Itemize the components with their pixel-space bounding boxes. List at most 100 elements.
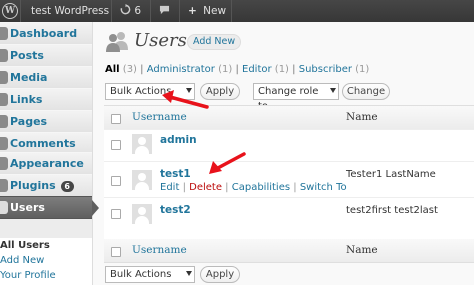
menu-label: Dashboard (10, 27, 78, 40)
dashboard-icon (0, 27, 8, 40)
new-content-link[interactable]: + New (188, 0, 226, 22)
column-name[interactable]: Name (346, 111, 378, 123)
menu-label: Plugins 6 (10, 175, 74, 196)
submenu-your-profile[interactable]: Your Profile (0, 270, 56, 281)
edit-link[interactable]: Edit (160, 182, 179, 193)
menu-pages[interactable]: Pages (0, 110, 92, 133)
capabilities-link[interactable]: Capabilities (232, 182, 290, 193)
row-actions: Edit | Delete | Capabilities | Switch To (160, 182, 347, 193)
filter-count: (1) (274, 64, 289, 75)
media-icon (0, 71, 8, 84)
filter-count: (3) (122, 64, 137, 75)
divider (111, 0, 112, 22)
updates-link[interactable]: 6 (120, 0, 141, 22)
links-icon (0, 93, 8, 106)
filter-separator: | (235, 64, 239, 75)
column-username[interactable]: Username (132, 111, 187, 123)
menu-users[interactable]: Users (0, 196, 99, 219)
row-checkbox[interactable] (111, 209, 121, 219)
users-icon (0, 201, 8, 214)
switch-to-link[interactable]: Switch To (300, 182, 347, 193)
filter-administrator[interactable]: Administrator (147, 64, 215, 75)
table-row: test1 Tester1 LastName Edit | Delete | C… (104, 161, 474, 198)
menu-appearance[interactable]: Appearance (0, 152, 92, 175)
action-separator: | (225, 182, 229, 193)
filter-separator: | (140, 64, 144, 75)
bulk-actions-select-bottom[interactable]: Bulk Actions (105, 266, 195, 283)
row-checkbox[interactable] (111, 176, 121, 186)
user-full-name: test2first test2last (346, 205, 438, 216)
new-label: New (203, 5, 227, 17)
plugins-update-badge: 6 (60, 180, 74, 192)
menu-media[interactable]: Media (0, 66, 92, 89)
avatar (132, 170, 152, 190)
avatar (132, 134, 152, 154)
menu-links[interactable]: Links (0, 88, 92, 111)
filter-subscriber[interactable]: Subscriber (299, 64, 352, 75)
filter-count: (1) (355, 64, 370, 75)
submenu-all-users[interactable]: All Users (0, 240, 50, 251)
submenu-add-new[interactable]: Add New (0, 255, 44, 266)
user-full-name: Tester1 LastName (346, 169, 436, 180)
admin-sidebar: Dashboard Posts Media Links Pages Commen… (0, 22, 99, 285)
appearance-icon (0, 157, 8, 170)
plugins-icon (0, 179, 8, 192)
row-checkbox[interactable] (111, 140, 121, 150)
menu-posts[interactable]: Posts (0, 44, 92, 67)
action-separator: | (293, 182, 297, 193)
filter-all[interactable]: All (105, 64, 120, 75)
menu-label: Links (10, 93, 43, 106)
select-all-checkbox[interactable] (111, 114, 121, 124)
site-name-link[interactable]: test WordPress (31, 0, 109, 22)
change-role-select[interactable]: Change role to… (253, 83, 339, 112)
wordpress-logo-icon[interactable]: W (2, 3, 18, 19)
table-row: test2 test2first test2last (104, 197, 474, 240)
plugins-label: Plugins (10, 179, 56, 192)
admin-bar: W test WordPress 6 + New (0, 0, 474, 22)
table-footer: Username Name (104, 239, 474, 262)
divider (150, 0, 151, 22)
annotation-arrow-delete (209, 152, 246, 174)
bulk-actions-value: Bulk Actions (110, 269, 172, 280)
divider (179, 0, 180, 22)
divider (20, 0, 21, 22)
select-all-checkbox[interactable] (111, 247, 121, 257)
menu-label: Appearance (10, 157, 84, 170)
pages-icon (0, 115, 8, 128)
chevron-down-icon (186, 271, 192, 276)
menu-label: Posts (10, 49, 44, 62)
filter-count: (1) (218, 64, 233, 75)
avatar (132, 204, 152, 224)
updates-count: 6 (134, 5, 142, 17)
menu-plugins[interactable]: Plugins 6 (0, 174, 92, 197)
menu-label: Media (10, 71, 48, 84)
filter-separator: | (292, 64, 296, 75)
filter-editor[interactable]: Editor (242, 64, 272, 75)
username-link[interactable]: test1 (160, 168, 191, 180)
comment-bubble-icon (159, 5, 170, 15)
apply-button-bottom[interactable]: Apply (200, 266, 240, 283)
menu-label: Pages (10, 115, 48, 128)
table-row: admin (104, 129, 474, 162)
page-title: Users (134, 30, 187, 51)
chevron-down-icon (330, 88, 336, 93)
change-role-button[interactable]: Change (342, 83, 390, 100)
comments-link[interactable] (159, 0, 170, 22)
add-new-user-button[interactable]: Add New (187, 34, 242, 50)
delete-link[interactable]: Delete (189, 182, 222, 193)
comments-icon (0, 137, 8, 150)
column-name[interactable]: Name (346, 244, 378, 256)
users-submenu: All Users Add New Your Profile (0, 238, 92, 285)
menu-label: Comments (10, 137, 76, 150)
current-menu-pointer (92, 200, 99, 216)
column-username[interactable]: Username (132, 244, 187, 256)
divider (231, 0, 232, 22)
menu-dashboard[interactable]: Dashboard (0, 22, 92, 45)
username-link[interactable]: admin (160, 134, 197, 146)
menu-label: Users (10, 201, 45, 214)
users-page-icon (106, 32, 128, 52)
role-filter-links: All (3) | Administrator (1) | Editor (1)… (105, 64, 369, 75)
plus-icon: + (188, 5, 197, 17)
users-table: Username Name admin test1 Tester1 LastNa… (104, 105, 474, 263)
username-link[interactable]: test2 (160, 204, 191, 216)
